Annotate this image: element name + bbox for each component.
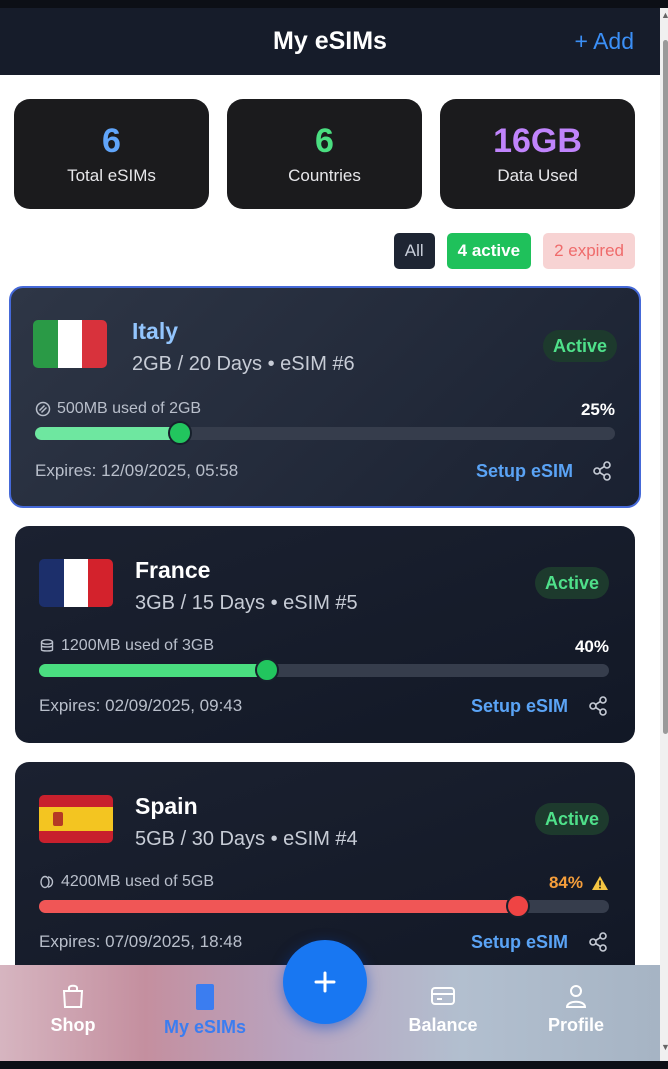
usage-row: 500MB used of 2GB bbox=[35, 400, 201, 418]
setup-esim-link[interactable]: Setup eSIM bbox=[476, 461, 573, 482]
usage-progress-bar bbox=[35, 421, 615, 445]
nav-my-esims[interactable]: My eSIMs bbox=[150, 983, 260, 1038]
nav-shop[interactable]: Shop bbox=[18, 983, 128, 1036]
country-name: Spain bbox=[135, 793, 198, 819]
nav-label: Profile bbox=[547, 1015, 604, 1035]
stat-value: 6 bbox=[315, 122, 334, 160]
stat-data-used: 16GB Data Used bbox=[440, 99, 635, 209]
usage-progress-bar bbox=[39, 894, 609, 918]
spain-flag-icon bbox=[39, 795, 113, 843]
stat-total-esims: 6 Total eSIMs bbox=[14, 99, 209, 209]
filter-active[interactable]: 4 active bbox=[446, 233, 532, 269]
plus-icon bbox=[314, 971, 336, 993]
add-esim-button[interactable]: + Add bbox=[575, 28, 634, 55]
usage-text: 500MB used of 2GB bbox=[57, 400, 202, 417]
shopping-bag-icon bbox=[62, 984, 84, 1008]
status-badge: Active bbox=[534, 803, 609, 835]
nav-label: Shop bbox=[50, 1015, 96, 1035]
wallet-icon bbox=[431, 987, 455, 1005]
status-badge: Active bbox=[542, 330, 617, 362]
setup-esim-link[interactable]: Setup eSIM bbox=[471, 696, 568, 717]
country-name: Italy bbox=[132, 318, 179, 344]
stat-label: Data Used bbox=[497, 166, 578, 185]
usage-percent-row: 84% bbox=[549, 873, 609, 893]
expiry-date: Expires: 02/09/2025, 09:43 bbox=[39, 696, 243, 715]
nav-profile[interactable]: Profile bbox=[521, 983, 631, 1036]
nav-balance[interactable]: Balance bbox=[388, 983, 498, 1036]
usage-percent: 40% bbox=[574, 637, 609, 656]
stat-countries: 6 Countries bbox=[227, 99, 422, 209]
esim-card-france[interactable]: France 3GB / 15 Days • eSIM #5 Active 12… bbox=[15, 526, 635, 743]
usage-row: 4200MB used of 5GB bbox=[39, 873, 214, 891]
setup-esim-link[interactable]: Setup eSIM bbox=[471, 932, 568, 953]
france-flag-icon bbox=[39, 559, 113, 607]
plan-details: 2GB / 20 Days • eSIM #6 bbox=[132, 353, 355, 375]
scroll-up-arrow-icon[interactable]: ▲ bbox=[661, 10, 668, 20]
country-name: France bbox=[135, 557, 211, 583]
stat-value: 6 bbox=[102, 122, 121, 160]
scroll-down-arrow-icon[interactable]: ▼ bbox=[661, 1042, 668, 1052]
stat-label: Countries bbox=[288, 166, 361, 185]
filter-all[interactable]: All bbox=[393, 233, 435, 269]
usage-row: 1200MB used of 3GB bbox=[39, 637, 214, 655]
share-icon[interactable] bbox=[591, 460, 613, 482]
usage-text: 1200MB used of 3GB bbox=[61, 637, 214, 654]
usage-progress-bar bbox=[39, 658, 609, 682]
scrollbar-thumb[interactable] bbox=[663, 40, 668, 734]
usage-percent: 25% bbox=[580, 400, 615, 419]
esim-card-italy[interactable]: Italy 2GB / 20 Days • eSIM #6 Active 500… bbox=[9, 286, 641, 508]
filter-expired[interactable]: 2 expired bbox=[543, 233, 635, 269]
share-icon[interactable] bbox=[587, 931, 609, 953]
progress-knob bbox=[168, 421, 192, 445]
stat-label: Total eSIMs bbox=[67, 166, 156, 185]
progress-knob bbox=[255, 658, 279, 682]
progress-fill bbox=[39, 900, 518, 913]
esim-card-spain[interactable]: Spain 5GB / 30 Days • eSIM #4 Active 420… bbox=[15, 762, 635, 965]
top-strip bbox=[0, 0, 668, 8]
share-icon[interactable] bbox=[587, 695, 609, 717]
user-icon bbox=[565, 985, 587, 1008]
progress-fill bbox=[39, 664, 267, 677]
data-usage-icon bbox=[35, 401, 51, 417]
main-content: 6 Total eSIMs 6 Countries 16GB Data Used… bbox=[0, 75, 660, 965]
expiry-date: Expires: 07/09/2025, 18:48 bbox=[39, 932, 243, 951]
page-title: My eSIMs bbox=[273, 27, 387, 55]
bottom-strip bbox=[0, 1061, 668, 1069]
nav-label: My eSIMs bbox=[163, 1017, 247, 1037]
progress-knob bbox=[506, 894, 530, 918]
plan-details: 3GB / 15 Days • eSIM #5 bbox=[135, 592, 358, 614]
coins-icon bbox=[40, 875, 54, 889]
usage-text: 4200MB used of 5GB bbox=[61, 873, 214, 890]
stat-value: 16GB bbox=[493, 122, 582, 160]
app-header: My eSIMs + Add bbox=[0, 8, 660, 75]
database-icon bbox=[40, 639, 54, 652]
expiry-date: Expires: 12/09/2025, 05:58 bbox=[35, 461, 239, 480]
nav-label: Balance bbox=[408, 1015, 478, 1035]
stats-row: 6 Total eSIMs 6 Countries 16GB Data Used bbox=[14, 99, 635, 209]
add-fab-button[interactable] bbox=[283, 940, 367, 1024]
sim-card-icon bbox=[196, 984, 214, 1010]
italy-flag-icon bbox=[33, 320, 107, 368]
filter-chips: All 4 active 2 expired bbox=[393, 233, 635, 269]
plan-details: 5GB / 30 Days • eSIM #4 bbox=[135, 828, 358, 850]
progress-fill bbox=[35, 427, 180, 440]
status-badge: Active bbox=[534, 567, 609, 599]
warning-icon bbox=[592, 876, 608, 890]
usage-percent: 84% bbox=[548, 873, 583, 892]
